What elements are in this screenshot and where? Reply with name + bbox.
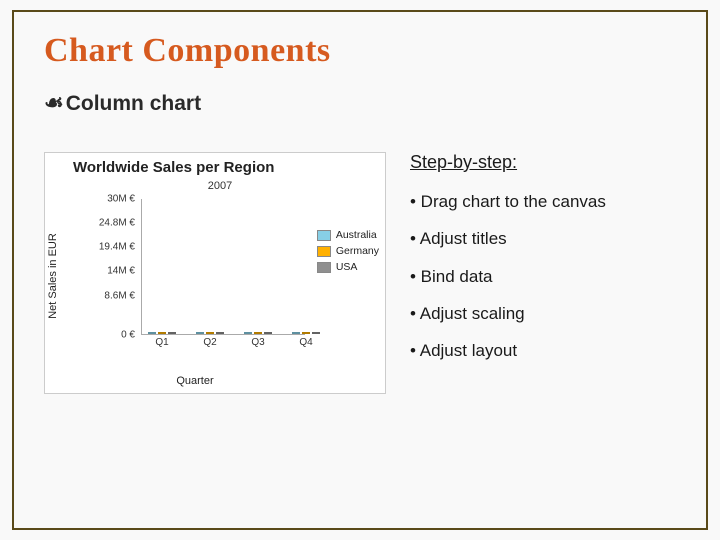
subtitle: ☙Column chart xyxy=(44,90,676,116)
legend-item: USA xyxy=(317,261,379,273)
y-ticks: 30M € 24.8M € 19.4M € 14M € 8.6M € 0 € xyxy=(67,199,139,335)
plot-area xyxy=(141,199,305,335)
steps-column: Step-by-step: • Drag chart to the canvas… xyxy=(410,152,676,394)
bar xyxy=(244,332,252,334)
y-tick: 19.4M € xyxy=(99,242,135,253)
legend-label: USA xyxy=(336,261,358,273)
legend-item: Australia xyxy=(317,229,379,241)
bar xyxy=(302,332,310,334)
x-axis-label: Quarter xyxy=(45,375,305,387)
bar xyxy=(196,332,204,334)
step-item: • Adjust scaling xyxy=(410,303,676,324)
x-tick: Q2 xyxy=(203,337,216,348)
step-item: • Bind data xyxy=(410,266,676,287)
x-tick: Q1 xyxy=(155,337,168,348)
legend-item: Germany xyxy=(317,245,379,257)
legend-label: Germany xyxy=(336,245,379,257)
legend-label: Australia xyxy=(336,229,377,241)
legend-swatch-icon xyxy=(317,246,331,257)
bar xyxy=(168,332,176,334)
chart-subtitle: 2007 xyxy=(45,180,385,192)
legend-swatch-icon xyxy=(317,230,331,241)
chart-card: Worldwide Sales per Region 2007 Net Sale… xyxy=(44,152,386,394)
step-item: • Adjust layout xyxy=(410,340,676,361)
bars-container xyxy=(142,199,305,334)
bar xyxy=(148,332,156,334)
bar xyxy=(158,332,166,334)
bar xyxy=(312,332,320,334)
y-axis-label: Net Sales in EUR xyxy=(47,233,59,319)
body-row: Worldwide Sales per Region 2007 Net Sale… xyxy=(44,152,676,394)
y-tick: 14M € xyxy=(107,266,135,277)
y-tick: 8.6M € xyxy=(104,290,135,301)
plot-wrap: Net Sales in EUR 30M € 24.8M € 19.4M € 1… xyxy=(67,199,305,353)
legend: Australia Germany USA xyxy=(317,229,379,277)
slide-content: Chart Components ☙Column chart Worldwide… xyxy=(16,14,704,526)
y-tick: 0 € xyxy=(121,330,135,341)
page-title: Chart Components xyxy=(44,32,676,70)
bar xyxy=(292,332,300,334)
x-ticks: Q1Q2Q3Q4 xyxy=(141,335,305,353)
chart-title: Worldwide Sales per Region xyxy=(45,153,385,176)
bar xyxy=(206,332,214,334)
bar xyxy=(254,332,262,334)
y-tick: 30M € xyxy=(107,194,135,205)
x-tick: Q3 xyxy=(251,337,264,348)
bar xyxy=(264,332,272,334)
steps-heading: Step-by-step: xyxy=(410,152,676,173)
step-item: • Adjust titles xyxy=(410,228,676,249)
x-tick: Q4 xyxy=(299,337,312,348)
step-item: • Drag chart to the canvas xyxy=(410,191,676,212)
bar xyxy=(216,332,224,334)
y-tick: 24.8M € xyxy=(99,217,135,228)
bullet-icon: ☙ xyxy=(44,90,64,115)
subtitle-text: Column chart xyxy=(66,92,201,115)
legend-swatch-icon xyxy=(317,262,331,273)
